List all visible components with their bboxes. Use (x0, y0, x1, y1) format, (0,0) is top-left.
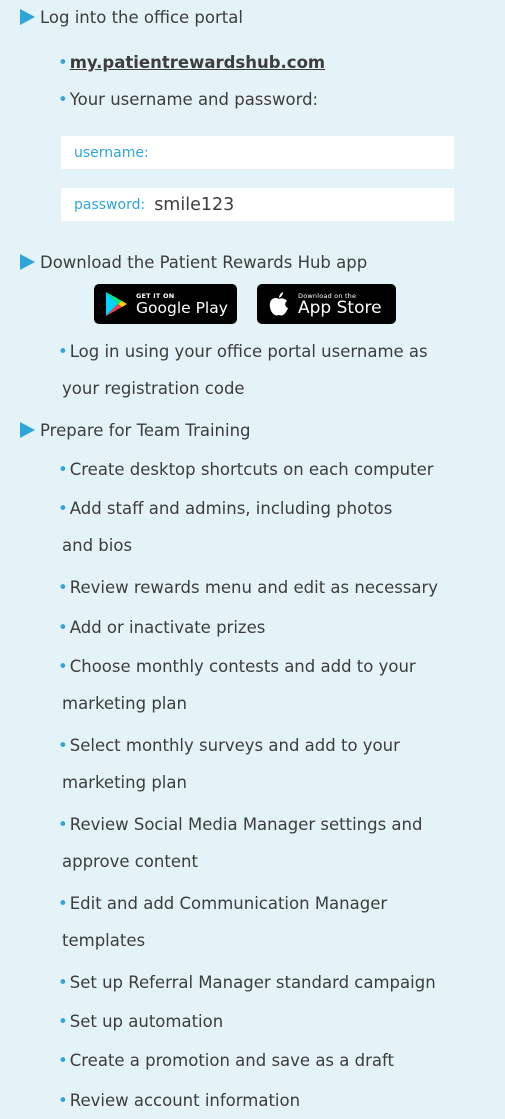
training-item-text: Choose monthly contests and add to your (69, 657, 416, 676)
training-item-text: templates (62, 931, 146, 950)
training-item-text: Review Social Media Manager settings and (69, 815, 423, 834)
app-store-badge[interactable]: Download on the App Store (257, 284, 396, 324)
bullet-dot-icon: • (58, 973, 68, 992)
triangle-bullet-icon (20, 422, 35, 438)
training-item-text: Create a promotion and save as a draft (69, 1051, 394, 1070)
bullet-dot-icon: • (58, 815, 68, 834)
training-item-text: Select monthly surveys and add to your (69, 736, 400, 755)
app-login-line2: your registration code (62, 379, 245, 398)
credentials-label: Your username and password: (69, 90, 319, 109)
bullet-dot-icon: • (58, 1091, 68, 1110)
step-training: Prepare for Team Training (20, 420, 251, 442)
step-label: Prepare for Team Training (40, 421, 251, 440)
training-item-continuation: marketing plan (62, 772, 187, 794)
bullet-dot-icon: • (58, 736, 68, 755)
apple-icon (269, 292, 288, 316)
bullet-dot-icon: • (58, 1012, 68, 1031)
password-field[interactable]: password: smile123 (61, 188, 454, 221)
training-item-text: Set up automation (69, 1012, 224, 1031)
bullet-dot-icon: • (58, 53, 68, 72)
training-item: • Select monthly surveys and add to your (58, 735, 400, 757)
training-item-text: Add staff and admins, including photos (69, 499, 393, 518)
password-label: password: (74, 196, 146, 213)
training-item-text: Create desktop shortcuts on each compute… (69, 460, 434, 479)
training-item-text: marketing plan (62, 773, 187, 792)
training-item: • Choose monthly contests and add to your (58, 656, 416, 678)
bullet-dot-icon: • (58, 578, 68, 597)
training-item: • Add or inactivate prizes (58, 617, 265, 639)
username-field[interactable]: username: (61, 136, 454, 169)
training-item: • Set up automation (58, 1011, 223, 1033)
training-item: • Create a promotion and save as a draft (58, 1050, 394, 1072)
training-item: • Review Social Media Manager settings an… (58, 814, 422, 836)
portal-url-item: • my.patientrewardshub.com (58, 52, 325, 74)
training-item-text: marketing plan (62, 694, 187, 713)
google-play-icon (106, 292, 127, 316)
bullet-dot-icon: • (58, 90, 68, 109)
training-item: • Create desktop shortcuts on each comput… (58, 459, 434, 481)
training-item-continuation: and bios (62, 535, 132, 557)
step-portal: Log into the office portal (20, 7, 243, 29)
training-item-text: Review rewards menu and edit as necessar… (69, 578, 439, 597)
app-login-continuation: your registration code (62, 378, 245, 400)
bullet-dot-icon: • (58, 342, 68, 361)
step-download: Download the Patient Rewards Hub app (20, 252, 367, 274)
training-item-text: approve content (62, 852, 198, 871)
step-label: Log into the office portal (40, 8, 243, 27)
bullet-dot-icon: • (58, 1051, 68, 1070)
training-item-text: Review account information (69, 1091, 301, 1110)
app-store-big-text: App Store (298, 297, 382, 318)
google-play-badge[interactable]: GET IT ON Google Play (94, 284, 237, 324)
checklist-page: Log into the office portal • my.patientre… (0, 0, 505, 1119)
credentials-item: • Your username and password: (58, 89, 318, 111)
training-item-text: Edit and add Communication Manager (69, 894, 388, 913)
bullet-dot-icon: • (58, 499, 68, 518)
training-item-continuation: templates (62, 930, 145, 952)
training-item-text: and bios (62, 536, 133, 555)
training-item-text: Add or inactivate prizes (69, 618, 266, 637)
triangle-bullet-icon (20, 9, 35, 25)
username-label: username: (74, 144, 149, 161)
triangle-bullet-icon (20, 254, 35, 270)
training-item: • Review account information (58, 1090, 300, 1112)
bullet-dot-icon: • (58, 618, 68, 637)
bullet-dot-icon: • (58, 657, 68, 676)
password-value: smile123 (154, 194, 235, 215)
google-play-big-text: Google Play (136, 298, 228, 317)
training-item: • Set up Referral Manager standard campai… (58, 972, 436, 994)
app-login-item: • Log in using your office portal usernam… (58, 341, 428, 363)
training-item: • Edit and add Communication Manager (58, 893, 387, 915)
training-item: • Review rewards menu and edit as necessa… (58, 577, 438, 599)
training-item-text: Set up Referral Manager standard campaig… (69, 973, 436, 992)
training-item: • Add staff and admins, including photos (58, 498, 392, 520)
training-item-continuation: approve content (62, 851, 198, 873)
app-login-line1: Log in using your office portal username… (69, 342, 428, 361)
step-label: Download the Patient Rewards Hub app (40, 253, 368, 272)
bullet-dot-icon: • (58, 460, 68, 479)
training-item-continuation: marketing plan (62, 693, 187, 715)
bullet-dot-icon: • (58, 894, 68, 913)
portal-link[interactable]: my.patientrewardshub.com (70, 53, 325, 72)
